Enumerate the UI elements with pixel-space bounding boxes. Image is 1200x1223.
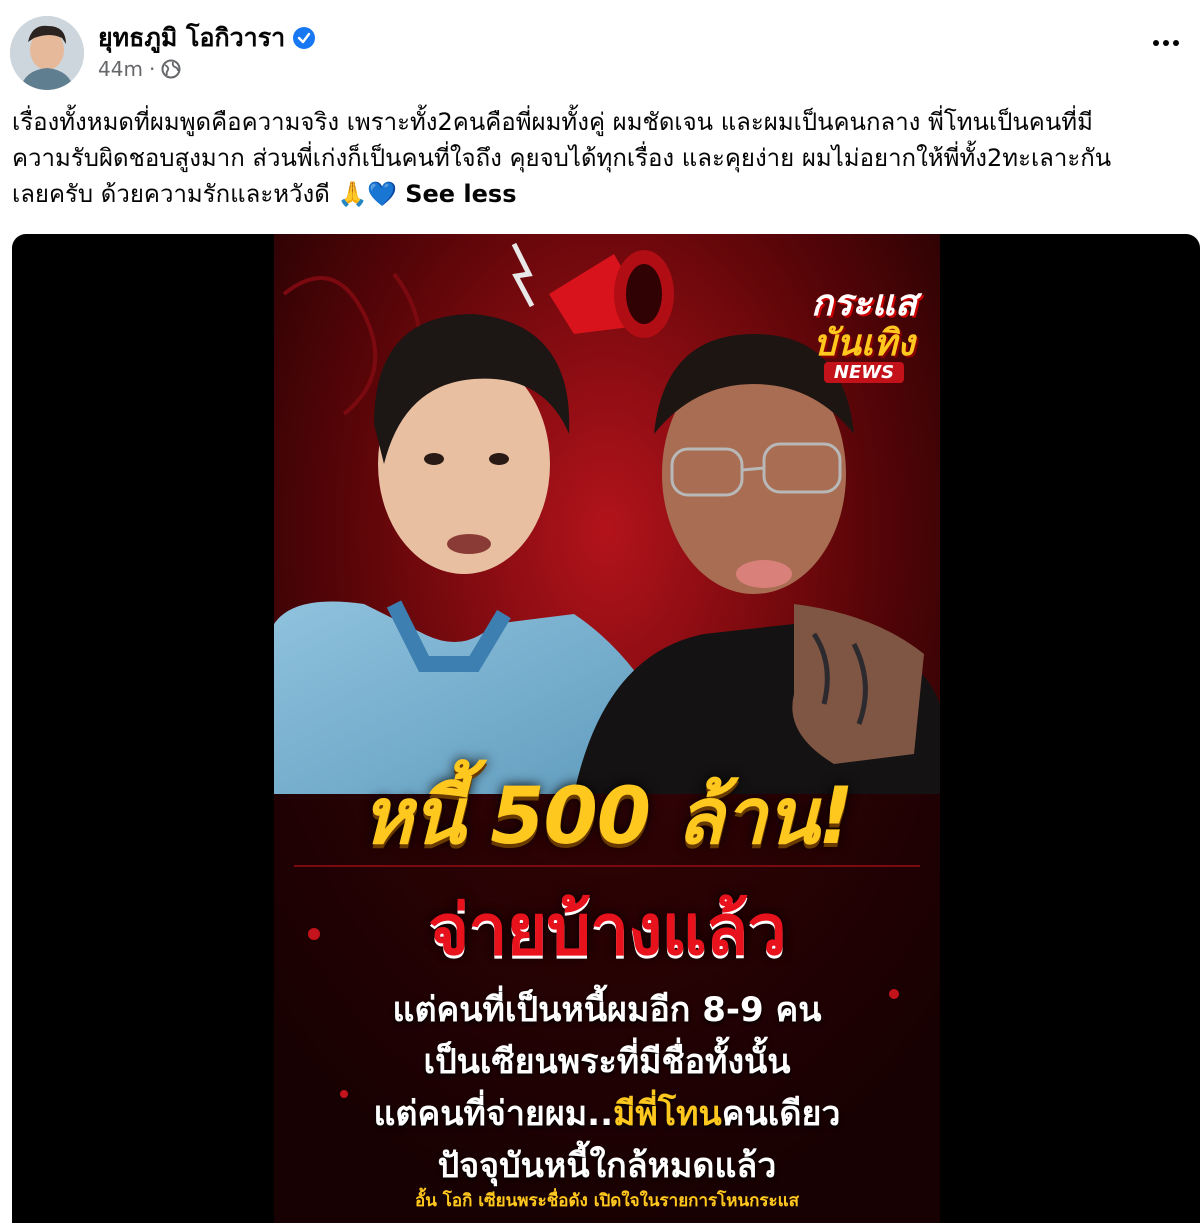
- post-media[interactable]: กระแส บันเทิง NEWS หนี้ 500 ล้าน! จ่ายบ้…: [12, 234, 1200, 1223]
- post-text-line-3-content: เลยครับ ด้วยความรักและหวังดี 🙏💙: [12, 180, 398, 208]
- post-text-line-2: ความรับผิดชอบสูงมาก ส่วนพี่เก่งก็เป็นคนท…: [12, 144, 1112, 172]
- poster-headline-debt: หนี้ 500 ล้าน!: [361, 772, 853, 862]
- author-avatar[interactable]: [10, 16, 84, 90]
- verified-badge-icon: [293, 27, 316, 49]
- poster-subline-3-pre: แต่คนที่จ่ายผม..: [373, 1094, 614, 1134]
- poster-subline-1: แต่คนที่เป็นหนี้ผมอีก 8-9 คน: [392, 990, 822, 1030]
- globe-icon[interactable]: [161, 59, 181, 79]
- see-less-link[interactable]: See less: [405, 180, 516, 208]
- post-text-line-3: เลยครับ ด้วยความรักและหวังดี 🙏💙 See less: [12, 176, 1192, 212]
- post-timestamp[interactable]: 44m: [98, 57, 143, 81]
- more-options-icon[interactable]: [1148, 28, 1184, 58]
- logo-news: NEWS: [824, 362, 904, 383]
- news-poster-image: กระแส บันเทิง NEWS หนี้ 500 ล้าน! จ่ายบ้…: [274, 234, 940, 1223]
- post-meta: 44m ·: [98, 57, 181, 81]
- poster-subline-3: แต่คนที่จ่ายผม..มีพี่โทนคนเดียว: [274, 1086, 940, 1140]
- post-text-line-1: เรื่องทั้งหมดที่ผมพูดคือความจริง เพราะทั…: [12, 108, 1093, 136]
- author-name-row: ยุทธภูมิ โอกิวารา: [98, 18, 316, 58]
- avatar-photo: [10, 16, 84, 90]
- post-text: เรื่องทั้งหมดที่ผมพูดคือความจริง เพราะทั…: [12, 104, 1192, 212]
- author-name[interactable]: ยุทธภูมิ โอกิวารา: [98, 18, 285, 58]
- poster-subline-3-post: คนเดียว: [721, 1094, 841, 1134]
- kraseban-thoeng-logo: กระแส บันเทิง NEWS: [794, 274, 934, 424]
- post-header: ยุทธภูมิ โอกิวารา 44m ·: [0, 0, 1200, 100]
- poster-subline-4: ปัจจุบันหนี้ใกล้หมดแล้ว: [437, 1146, 777, 1186]
- poster-subline-3-highlight: มีพี่โทน: [613, 1094, 722, 1134]
- poster-credit: อั้น โอกิ เซียนพระชื่อดัง เปิดใจในรายการ…: [415, 1191, 799, 1211]
- meta-separator: ·: [148, 57, 156, 81]
- poster-headline-paid: จ่ายบ้างแล้ว: [428, 889, 787, 971]
- poster-subline-2: เป็นเซียนพระที่มีชื่อทั้งนั้น: [423, 1042, 791, 1082]
